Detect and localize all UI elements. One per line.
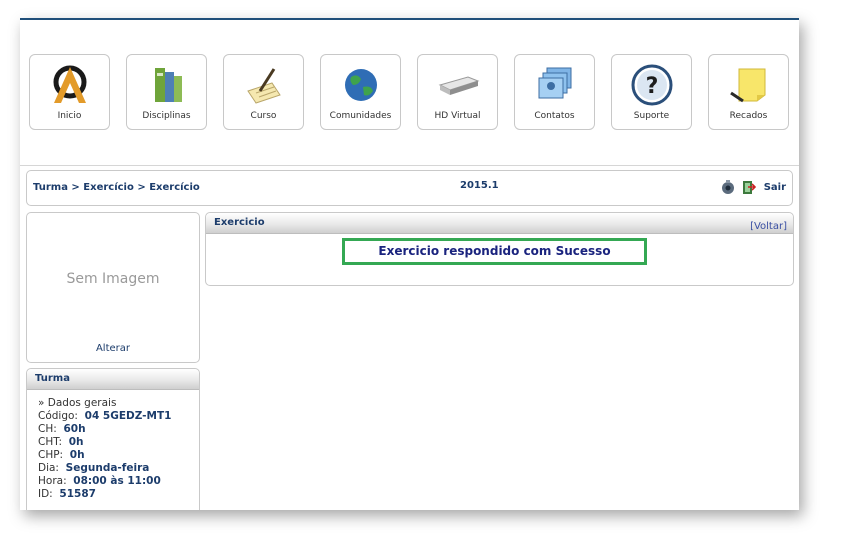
profile-image-panel: Sem Imagem Alterar xyxy=(26,212,200,363)
toolbar-button-disciplinas[interactable]: Disciplinas xyxy=(126,54,207,130)
field-label: Código: xyxy=(38,410,78,422)
toolbar-label: Contatos xyxy=(534,111,575,121)
toolbar-button-recados[interactable]: Recados xyxy=(708,54,789,130)
toolbar-button-inicio[interactable]: Inicio xyxy=(29,54,110,130)
back-link[interactable]: [Voltar] xyxy=(750,217,787,237)
hard-drive-icon xyxy=(438,76,479,95)
turma-field-id: ID: 51587 xyxy=(38,488,199,501)
no-image-placeholder: Sem Imagem xyxy=(66,271,160,287)
turma-field-dia: Dia: Segunda-feira xyxy=(38,462,199,475)
toolbar-label: Curso xyxy=(250,111,277,121)
turma-field-hora: Hora: 08:00 às 11:00 xyxy=(38,475,199,488)
toolbar-label: Suporte xyxy=(633,111,670,121)
header-actions: Sair xyxy=(720,177,786,197)
contacts-icon xyxy=(538,67,571,99)
svg-text:?: ? xyxy=(645,74,658,99)
exercise-panel-header: Exercicio [Voltar] xyxy=(206,213,793,234)
turma-field-chp: CHP: 0h xyxy=(38,449,199,462)
webcam-icon[interactable] xyxy=(720,179,736,195)
toolbar-label: Comunidades xyxy=(329,111,392,121)
toolbar-label: Inicio xyxy=(57,111,82,121)
field-value: 08:00 às 11:00 xyxy=(73,475,161,487)
toolbar-button-curso[interactable]: Curso xyxy=(223,54,304,130)
pen-paper-icon xyxy=(246,68,281,104)
turma-panel: Turma » Dados gerais Código: 04 5GEDZ-MT… xyxy=(26,368,200,510)
breadcrumb-bar: Turma > Exercício > Exercício 2015.1 Sai… xyxy=(26,170,793,206)
help-icon: ? xyxy=(631,64,672,106)
turma-field-codigo: Código: 04 5GEDZ-MT1 xyxy=(38,410,199,423)
exercise-panel-title: Exercicio xyxy=(214,217,265,228)
sticky-note-icon xyxy=(729,68,765,103)
field-label: ID: xyxy=(38,488,53,500)
field-value: 60h xyxy=(63,423,86,435)
toolbar-button-suporte[interactable]: ? Suporte xyxy=(611,54,692,130)
term-label: 2015.1 xyxy=(460,180,499,191)
field-label: CHP: xyxy=(38,449,64,461)
turma-details: » Dados gerais Código: 04 5GEDZ-MT1 CH: … xyxy=(27,390,199,501)
toolbar-label: Recados xyxy=(729,111,768,121)
app-window: Inicio Disciplinas Curso Comunidades HD … xyxy=(20,18,799,510)
field-label: CH: xyxy=(38,423,57,435)
globe-icon xyxy=(344,69,377,101)
field-label: Dia: xyxy=(38,462,59,474)
exit-door-icon[interactable] xyxy=(740,179,756,195)
toolbar-button-contatos[interactable]: Contatos xyxy=(514,54,595,130)
toolbar-button-comunidades[interactable]: Comunidades xyxy=(320,54,401,130)
success-message: Exercicio respondido com Sucesso xyxy=(342,238,647,265)
turma-field-cht: CHT: 0h xyxy=(38,436,199,449)
turma-field-ch: CH: 60h xyxy=(38,423,199,436)
field-label: CHT: xyxy=(38,436,63,448)
change-image-link[interactable]: Alterar xyxy=(27,343,199,354)
toolbar-button-hd-virtual[interactable]: HD Virtual xyxy=(417,54,498,130)
field-value: 51587 xyxy=(59,488,96,500)
field-value: 04 5GEDZ-MT1 xyxy=(84,410,172,422)
field-value: Segunda-feira xyxy=(65,462,150,474)
field-label: Hora: xyxy=(38,475,67,487)
turma-panel-title: Turma xyxy=(27,369,199,390)
breadcrumb[interactable]: Turma > Exercício > Exercício xyxy=(33,182,200,193)
books-icon xyxy=(154,68,182,102)
field-value: 0h xyxy=(68,436,84,448)
toolbar-label: HD Virtual xyxy=(434,111,481,121)
logout-button[interactable]: Sair xyxy=(764,182,786,193)
toolbar-label: Disciplinas xyxy=(142,111,191,121)
field-value: 0h xyxy=(69,449,85,461)
turma-section-link[interactable]: » Dados gerais xyxy=(38,397,199,410)
main-toolbar: Inicio Disciplinas Curso Comunidades HD … xyxy=(20,20,799,166)
exercise-panel: Exercicio [Voltar] Exercicio respondido … xyxy=(205,212,794,286)
home-logo-icon xyxy=(53,65,86,103)
